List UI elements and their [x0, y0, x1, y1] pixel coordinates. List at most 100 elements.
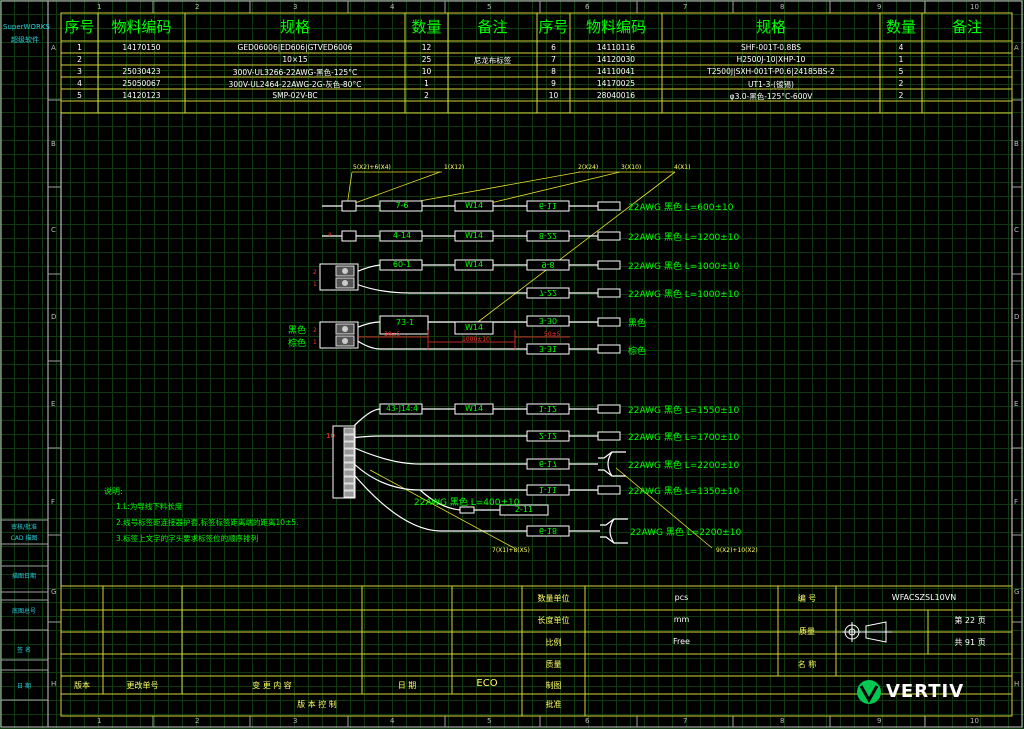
bom-header-no: 序号 — [64, 18, 95, 36]
col-3: 3 — [293, 3, 298, 11]
col-2: 2 — [195, 717, 200, 725]
wire-spec: 22AWG 黑色 L=1550±10 — [628, 406, 740, 416]
wire-end-label: 3-31 — [538, 344, 558, 353]
wire-end-label: 6-17 — [538, 459, 558, 468]
unit-label: 数量单位 — [537, 594, 570, 603]
row-qty: 5 — [898, 67, 904, 76]
row-spec: GED06006|ED606|GTVED6006 — [237, 43, 353, 52]
wire-spec: 22AWG 黑色 L=2200±10 — [630, 528, 742, 538]
brand-logo: VERTIV — [886, 681, 965, 702]
row-qty: 10 — [421, 67, 432, 76]
row-spec: SMP-02V-BC — [272, 91, 318, 100]
callout-label: 9(X2)+10(X2) — [716, 547, 758, 554]
row-code: 14120123 — [122, 91, 161, 100]
table-row: 8 14110041 T2500J|SXH-001T-P0.6|24185BS-… — [537, 67, 1012, 79]
col-1: 1 — [97, 717, 102, 725]
row-code: 14170025 — [596, 79, 636, 88]
row-qty: 25 — [421, 55, 432, 64]
left-item-0: 审核/批准 — [10, 524, 38, 531]
row-no: 9 — [551, 79, 556, 88]
wire-end-label: 8-22 — [538, 231, 558, 240]
row-C: C — [1014, 226, 1019, 234]
table-row: 3 25030423 300V-UL3266-22AWG-黑色-125°C 10 — [61, 67, 537, 79]
bom-header-qty-r: 数量 — [885, 18, 916, 36]
wire-end-label: 6-11 — [538, 201, 558, 210]
callout-label: 7(X1)+8(X5) — [492, 547, 530, 554]
wire-tag: W14 — [464, 323, 484, 332]
wire-end-label: 6-18 — [538, 526, 558, 535]
app-logo-sub: 超级软件 — [11, 36, 39, 44]
change-label: 变 更 内 容 — [252, 681, 292, 690]
callout-label: 1(X12) — [444, 164, 465, 171]
table-row: 9 14170025 UT1-3-(镀锡) 2 — [537, 79, 1012, 91]
row-no: 2 — [77, 55, 82, 64]
bom-header-note: 备注 — [477, 18, 508, 36]
wire-end-label: 1-11 — [538, 485, 558, 494]
wire-spec: 22AWG 黑色 L=600±10 — [628, 203, 734, 213]
connector-1 — [319, 263, 359, 291]
left-item-3: 底图总号 — [11, 608, 36, 615]
projection-symbol — [842, 621, 892, 643]
wire-label: 2-11 — [514, 505, 534, 514]
col-10: 10 — [970, 3, 979, 11]
col-8: 8 — [780, 3, 785, 11]
wire-end-label: 3-30 — [538, 316, 558, 325]
table-row: 1 14170150 GED06006|ED606|GTVED6006 12 — [61, 43, 537, 55]
row-no: 5 — [77, 91, 82, 100]
wire-label: 43-J14:4 — [386, 404, 418, 413]
drawing-canvas[interactable]: 10 a 2 1 2 1 SuperWORKS 超级软件 审核/批准 CAD 描图 描… — [0, 0, 1024, 729]
wire-label: 60-1 — [392, 260, 412, 269]
connector-3: 10 — [326, 425, 356, 499]
row-no: 1 — [77, 43, 82, 52]
row-code: 14110116 — [596, 43, 636, 52]
row-ruler-right: A B C D E F G H — [1014, 0, 1024, 729]
callout-label: 2(X24) — [578, 164, 599, 171]
row-spec: 300V-UL3266-22AWG-黑色-125°C — [232, 68, 358, 77]
note-line: 1.L:为导线下料长度 — [116, 502, 183, 511]
row-E: E — [1014, 400, 1019, 408]
row-A: A — [1014, 44, 1019, 52]
col-4: 4 — [390, 717, 395, 725]
row-no: 4 — [77, 79, 82, 88]
wire-spec: 22AWG 黑色 L=2200±10 — [628, 461, 740, 471]
wire-spec: 22AWG 黑色 L=1350±10 — [628, 487, 740, 497]
svg-text:1: 1 — [313, 281, 317, 288]
doc-number: WFACSZSL10VN — [891, 593, 957, 602]
approve-label: 批准 — [545, 700, 562, 709]
table-row: 4 25050067 300V-UL2464-22AWG-2G-灰色-80°C … — [61, 79, 537, 91]
row-spec: UT1-3-(镀锡) — [748, 80, 794, 89]
wire-label: 73-1 — [395, 318, 415, 327]
wire-tag: W14 — [464, 201, 484, 210]
row-spec: 10×15 — [282, 55, 308, 64]
row-B: B — [51, 140, 56, 148]
note-line: 3.标签上文字的字头要求标签位的顺序排列 — [116, 534, 259, 543]
bom-header-qty: 数量 — [411, 18, 442, 36]
left-item-4: 签 名 — [17, 647, 31, 654]
row-spec: H2500J-10|XHP-10 — [736, 55, 806, 64]
draw-label: 制图 — [545, 681, 562, 690]
group3-wires — [349, 408, 620, 532]
wire-label: 7-6 — [395, 201, 409, 210]
col-2: 2 — [195, 3, 200, 11]
bom-header-spec-r: 规格 — [755, 18, 786, 36]
col-9: 9 — [877, 717, 882, 725]
wire-spec: 22AWG 黑色 L=1200±10 — [628, 233, 740, 243]
wire-label: 4-14 — [392, 231, 412, 240]
row-C: C — [51, 226, 56, 234]
col-10: 10 — [970, 717, 979, 725]
doc-label: 编 号 — [797, 594, 817, 603]
name-label: 名 称 — [797, 660, 817, 669]
wire-tag: W14 — [464, 260, 484, 269]
note-line: 2.线号标签距连接器护套,标签标签距离端的距离10±5. — [116, 518, 299, 527]
scale-value: Free — [673, 637, 690, 646]
notes-title: 说明: — [104, 487, 123, 496]
app-logo: SuperWORKS 超级软件 — [3, 23, 50, 45]
row-qty: 12 — [421, 43, 432, 52]
row-code: 25030423 — [122, 67, 161, 76]
dimension-label: 1000±10 — [462, 336, 490, 343]
col-8: 8 — [780, 717, 785, 725]
row-no: 6 — [551, 43, 556, 52]
col-5: 5 — [487, 717, 492, 725]
drawing-svg: 10 a 2 1 2 1 — [0, 0, 1023, 728]
row-code: 14170150 — [122, 43, 161, 52]
